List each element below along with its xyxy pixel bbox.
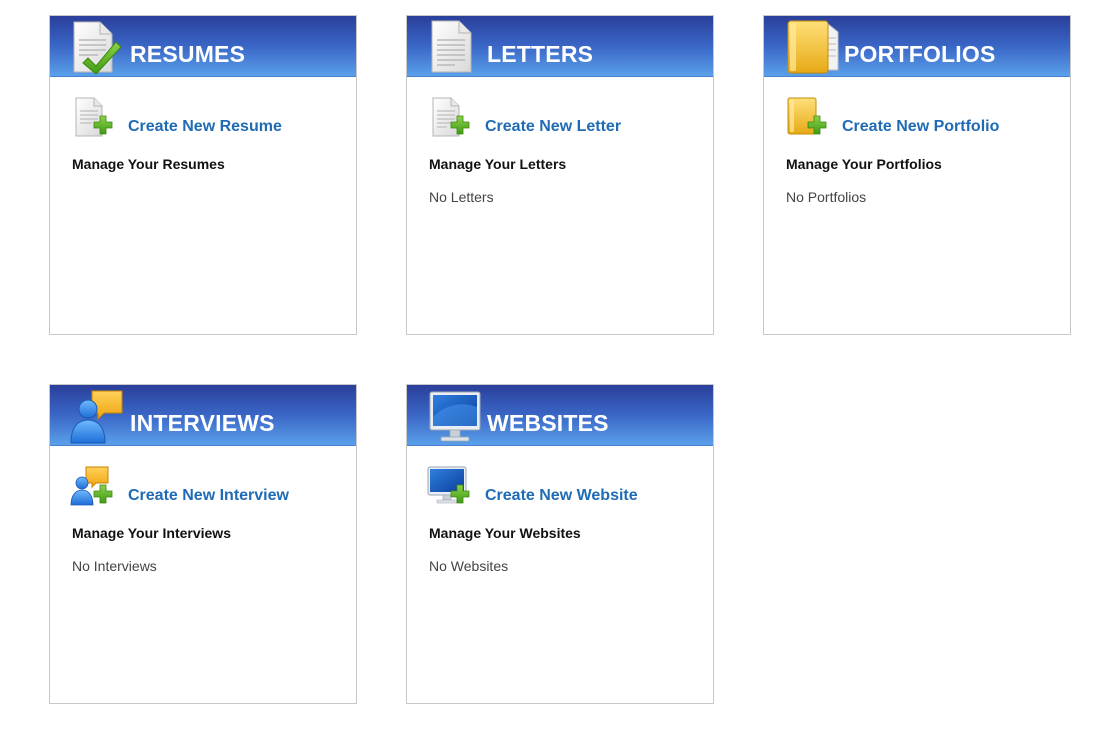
- add-folder-icon: [784, 96, 828, 142]
- add-document-icon: [70, 96, 114, 142]
- interviews-title: INTERVIEWS: [130, 410, 275, 436]
- websites-card: WEBSITES Create New Website Manage Your …: [406, 384, 714, 704]
- letter-document-icon: [425, 18, 481, 76]
- websites-header: WEBSITES: [407, 385, 713, 446]
- manage-resumes-heading: Manage Your Resumes: [72, 156, 225, 172]
- resume-document-check-icon: [68, 18, 124, 76]
- resumes-card: RESUMES Create New Resume Manage Your Re…: [49, 15, 357, 335]
- manage-portfolios-heading: Manage Your Portfolios: [786, 156, 942, 172]
- portfolios-card: PORTFOLIOS Create New Portfolio Manage Y…: [763, 15, 1071, 335]
- interviews-card: INTERVIEWS Create New Interview Manage Y…: [49, 384, 357, 704]
- interviews-empty-text: No Interviews: [72, 558, 157, 574]
- create-new-resume-label: Create New Resume: [128, 118, 282, 135]
- letters-header: LETTERS: [407, 16, 713, 77]
- portfolios-empty-text: No Portfolios: [786, 189, 867, 205]
- manage-websites-heading: Manage Your Websites: [429, 525, 581, 541]
- add-website-icon: [427, 465, 471, 511]
- create-new-portfolio-label: Create New Portfolio: [842, 118, 1000, 135]
- letters-card: LETTERS Create New Letter Manage Your Le…: [406, 15, 714, 335]
- monitor-icon: [425, 387, 481, 445]
- folder-icon: [782, 18, 839, 76]
- letters-empty-text: No Letters: [429, 189, 494, 205]
- manage-letters-heading: Manage Your Letters: [429, 156, 567, 172]
- interviews-header: INTERVIEWS: [50, 385, 356, 446]
- add-letter-icon: [427, 96, 471, 142]
- portfolios-header: PORTFOLIOS: [764, 16, 1070, 77]
- person-speech-bubble-icon: [68, 387, 124, 445]
- add-interview-icon: [70, 465, 114, 511]
- resumes-header: RESUMES: [50, 16, 356, 77]
- letters-title: LETTERS: [487, 41, 594, 67]
- create-new-letter-label: Create New Letter: [485, 118, 622, 135]
- portfolios-title: PORTFOLIOS: [844, 41, 996, 67]
- resumes-title: RESUMES: [130, 41, 246, 67]
- create-new-interview-label: Create New Interview: [128, 487, 289, 504]
- create-new-website-label: Create New Website: [485, 487, 638, 504]
- manage-interviews-heading: Manage Your Interviews: [72, 525, 231, 541]
- websites-title: WEBSITES: [487, 410, 609, 436]
- websites-empty-text: No Websites: [429, 558, 509, 574]
